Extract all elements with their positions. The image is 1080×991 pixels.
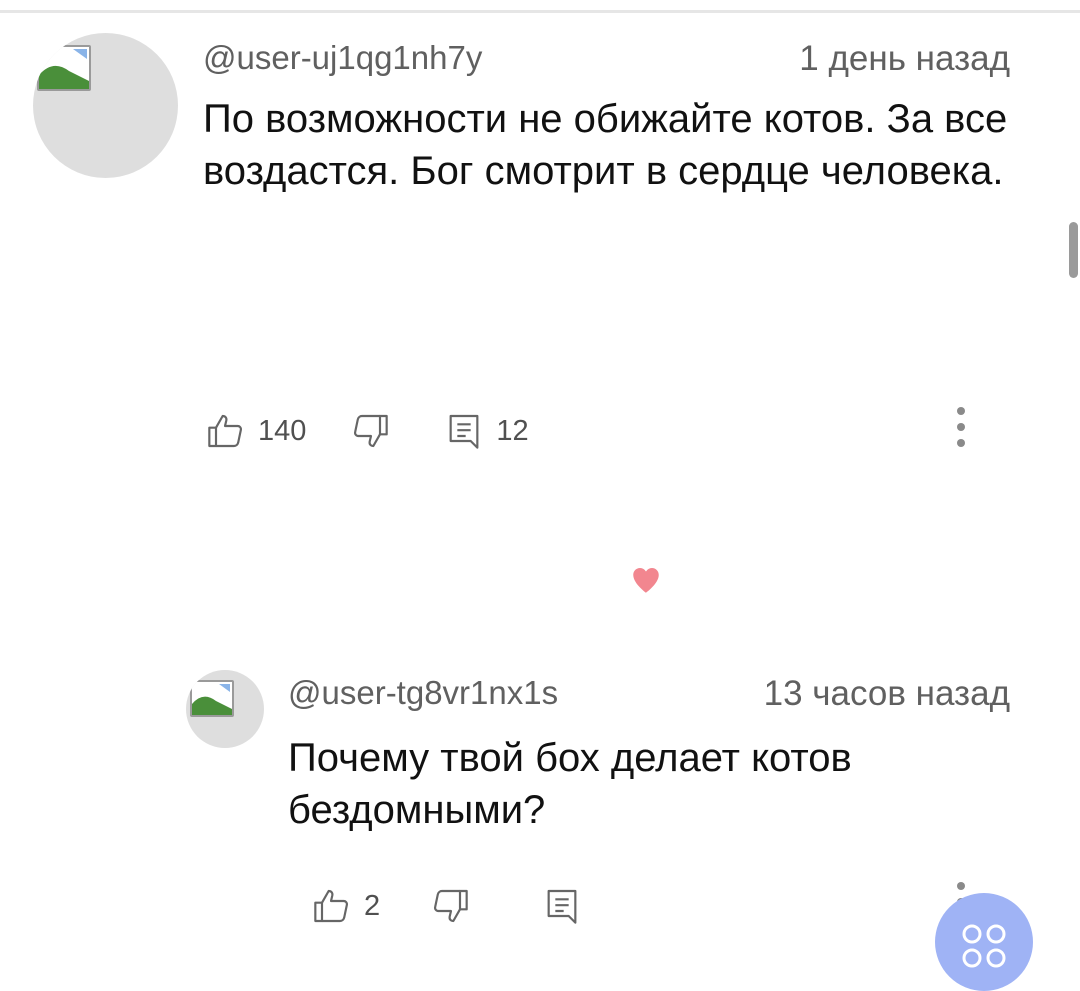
like-button[interactable]: 140 — [206, 411, 306, 451]
like-count: 2 — [364, 889, 381, 922]
reply-timestamp: 13 часов назад — [763, 674, 1010, 713]
comment-text: По возможности не обижайте котов. За все… — [203, 97, 1008, 193]
reply-icon — [444, 411, 484, 451]
comment-username[interactable]: @user-uj1qg1nh7y — [203, 39, 482, 77]
reply-button[interactable] — [542, 886, 582, 926]
reply-icon — [542, 886, 582, 926]
top-divider — [0, 10, 1080, 13]
avatar[interactable] — [33, 33, 178, 178]
reply-text: Почему твой бох делает котов бездомными? — [288, 736, 852, 832]
floating-action-button[interactable] — [935, 893, 1033, 991]
heart-icon — [629, 563, 663, 597]
broken-image-icon — [190, 680, 234, 717]
reply-avatar[interactable] — [186, 670, 264, 748]
like-count: 140 — [258, 414, 307, 447]
dislike-button[interactable] — [350, 411, 390, 451]
thumbs-up-icon — [312, 886, 352, 926]
more-vertical-icon[interactable] — [953, 403, 969, 451]
comment-timestamp: 1 день назад — [799, 39, 1010, 78]
reply-actions: 2 — [312, 884, 582, 928]
comment-actions: 140 12 — [206, 409, 529, 453]
reply-username[interactable]: @user-tg8vr1nx1s — [288, 674, 558, 712]
like-button[interactable]: 2 — [312, 886, 380, 926]
thumbs-down-icon — [350, 411, 390, 451]
reply-button[interactable]: 12 — [444, 411, 529, 451]
thumbs-down-icon — [430, 886, 470, 926]
reply-count: 12 — [496, 414, 529, 447]
dislike-button[interactable] — [430, 886, 470, 926]
scrollbar[interactable] — [1069, 222, 1078, 278]
thumbs-up-icon — [206, 411, 246, 451]
broken-image-icon — [37, 45, 91, 91]
